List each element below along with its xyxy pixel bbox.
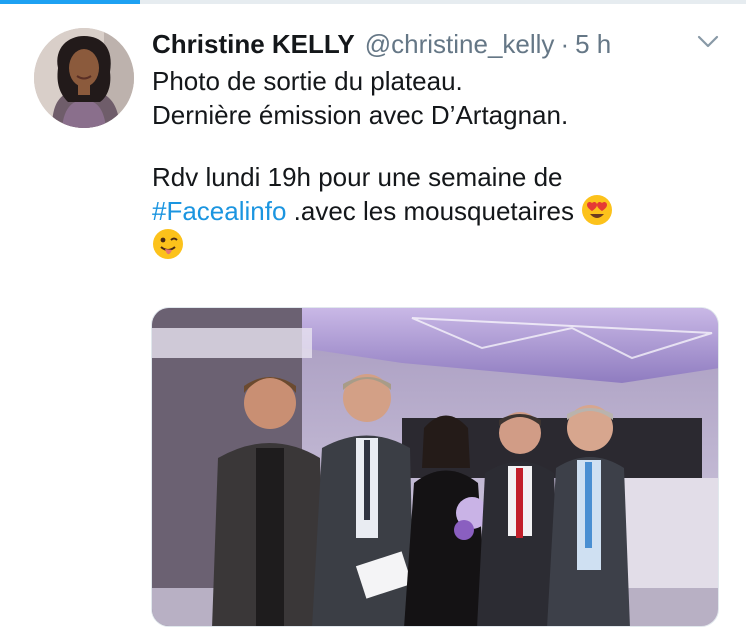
author-name[interactable]: Christine KELLY bbox=[152, 29, 355, 60]
tweet-header: Christine KELLY @christine_kelly · 5 h bbox=[152, 24, 726, 64]
heart-eyes-emoji bbox=[581, 194, 613, 234]
tweet-line-3: Rdv lundi 19h pour une semaine de bbox=[152, 162, 563, 192]
tweet-line-4-text: .avec les mousquetaires bbox=[286, 196, 575, 226]
winking-tongue-emoji bbox=[152, 228, 184, 268]
author-handle[interactable]: @christine_kelly bbox=[365, 29, 555, 60]
separator-dot: · bbox=[560, 28, 570, 59]
tweet-photo[interactable] bbox=[151, 307, 719, 627]
avatar-image bbox=[34, 28, 134, 128]
studio-photo bbox=[152, 308, 718, 626]
avatar[interactable] bbox=[34, 28, 134, 128]
tweet-card[interactable]: Christine KELLY @christine_kelly · 5 h P… bbox=[0, 0, 746, 630]
tweet-line-4: #Facealinfo .avec les mousquetaires bbox=[152, 194, 722, 228]
tweet-line-1: Photo de sortie du plateau. bbox=[152, 66, 463, 96]
timestamp[interactable]: 5 h bbox=[575, 29, 611, 60]
chevron-down-icon[interactable] bbox=[696, 32, 720, 52]
tweet-text: Photo de sortie du plateau. Dernière émi… bbox=[152, 64, 722, 262]
tweet-line-2: Dernière émission avec D’Artagnan. bbox=[152, 100, 569, 130]
line-break bbox=[152, 132, 722, 160]
hashtag-link[interactable]: #Facealinfo bbox=[152, 196, 286, 226]
tweet-line-5 bbox=[152, 228, 722, 262]
